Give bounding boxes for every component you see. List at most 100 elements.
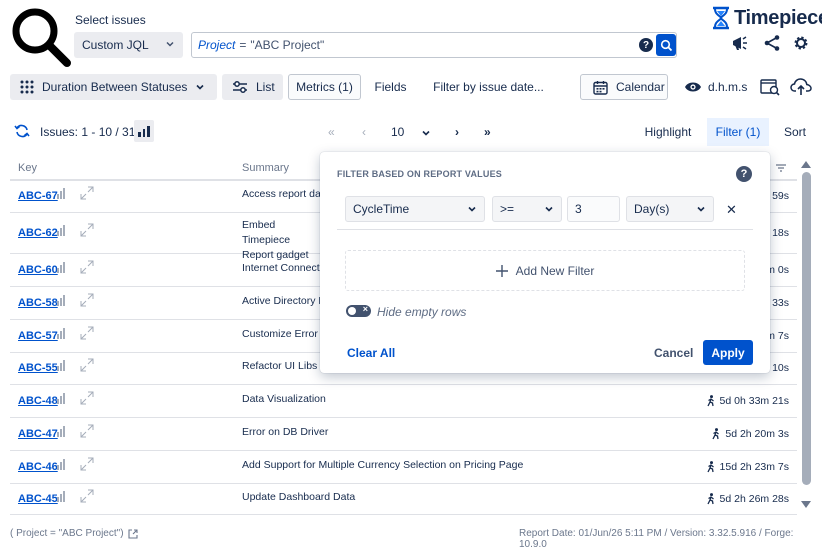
filter-popup: FILTER BASED ON REPORT VALUES ? CycleTim…: [320, 152, 770, 373]
issues-count: Issues: 1 - 10 / 31: [40, 125, 136, 139]
first-page-button[interactable]: «: [328, 125, 335, 139]
previous-page-button[interactable]: ‹: [362, 125, 366, 139]
announcement-icon[interactable]: [731, 34, 749, 55]
issue-key-link[interactable]: ABC-47: [18, 428, 58, 440]
scroll-up-arrow[interactable]: [800, 158, 812, 172]
filter-value-input[interactable]: 3: [567, 196, 620, 222]
toggle-knob: [348, 307, 356, 315]
tab-sort[interactable]: Sort: [778, 118, 812, 146]
report-type-dropdown[interactable]: Duration Between Statuses: [10, 74, 217, 100]
issue-key-link[interactable]: ABC-58: [18, 297, 58, 309]
chart-icon[interactable]: [57, 425, 65, 437]
chart-icon[interactable]: [57, 188, 65, 199]
filter-field-select[interactable]: CycleTime: [345, 196, 485, 222]
brand-logo: Timepiece: [711, 6, 822, 30]
next-page-button[interactable]: ›: [455, 125, 459, 139]
filter-field-value: CycleTime: [353, 202, 410, 216]
jql-search-button[interactable]: [656, 34, 676, 56]
table-row[interactable]: ABC-46 Add Support for Multiple Currency …: [10, 451, 797, 484]
chart-toggle-button[interactable]: [134, 120, 154, 142]
filter-value-text: 3: [575, 202, 582, 216]
column-filter-icon[interactable]: [776, 162, 786, 176]
chart-icon[interactable]: [57, 261, 65, 273]
jql-query-input[interactable]: Project = "ABC Project": [191, 32, 677, 58]
issue-key-link[interactable]: ABC-62: [18, 227, 58, 239]
expand-icon[interactable]: [80, 358, 94, 375]
calendar-button[interactable]: Calendar: [580, 74, 668, 100]
expand-icon[interactable]: [80, 424, 94, 441]
filter-unit-select[interactable]: Day(s): [626, 196, 714, 222]
report-export-icon[interactable]: [760, 78, 780, 99]
issue-key-link[interactable]: ABC-46: [18, 461, 58, 473]
page-size-select[interactable]: 10: [391, 125, 404, 139]
time-format-button[interactable]: d.h.m.s: [682, 74, 748, 100]
chart-icon[interactable]: [57, 392, 65, 404]
chart-icon[interactable]: [57, 490, 65, 502]
metrics-label: Metrics (1): [296, 80, 353, 94]
cancel-button[interactable]: Cancel: [654, 346, 693, 360]
jql-field: Project: [198, 38, 236, 52]
list-view-button[interactable]: List: [222, 74, 283, 100]
help-icon[interactable]: ?: [736, 166, 752, 182]
jql-mode-select[interactable]: Custom JQL: [74, 32, 183, 58]
filter-operator-select[interactable]: >=: [492, 196, 562, 222]
clear-all-button[interactable]: Clear All: [347, 346, 395, 360]
last-page-button[interactable]: »: [484, 125, 491, 139]
issue-key-link[interactable]: ABC-48: [18, 395, 58, 407]
chart-icon[interactable]: [57, 224, 65, 236]
scroll-down-arrow[interactable]: [800, 499, 812, 513]
metrics-button[interactable]: Metrics (1): [288, 74, 361, 100]
add-new-filter-label: Add New Filter: [515, 263, 595, 278]
chart-icon[interactable]: [57, 294, 65, 306]
expand-icon[interactable]: [80, 293, 94, 310]
tab-filter[interactable]: Filter (1): [707, 118, 769, 146]
chart-icon[interactable]: [57, 360, 65, 371]
chevron-down-icon: [545, 206, 553, 212]
tab-highlight[interactable]: Highlight: [634, 118, 702, 146]
chevron-down-icon: [697, 206, 705, 212]
table-row[interactable]: ABC-47 Error on DB Driver 5d 2h 20m 3s: [10, 418, 797, 451]
apply-button[interactable]: Apply: [703, 340, 753, 365]
table-row[interactable]: ABC-48 Data Visualization 5d 0h 33m 21s: [10, 385, 797, 418]
expand-icon[interactable]: [80, 489, 94, 506]
scrollbar-thumb[interactable]: [802, 172, 811, 485]
expand-icon[interactable]: [80, 186, 94, 203]
jql-help-icon[interactable]: ?: [639, 38, 653, 52]
expand-icon[interactable]: [80, 326, 94, 343]
issue-key-link[interactable]: ABC-67: [18, 190, 58, 202]
hide-empty-rows-toggle[interactable]: ×: [346, 304, 371, 317]
duration-value: 5d 2h 26m 28s: [719, 492, 789, 505]
external-link-icon[interactable]: [127, 528, 138, 539]
calendar-icon: [593, 80, 608, 95]
cloud-upload-icon[interactable]: [790, 78, 812, 99]
remove-filter-close-icon[interactable]: ✕: [726, 202, 737, 218]
issue-key-link[interactable]: ABC-60: [18, 264, 58, 276]
table-row[interactable]: ABC-45 Update Dashboard Data 5d 2h 26m 28s: [10, 484, 797, 515]
filter-by-issue-date-button[interactable]: Filter by issue date...: [425, 74, 552, 100]
person-walking-icon: [706, 394, 714, 406]
refresh-icon[interactable]: [14, 123, 30, 142]
issue-summary: Update Dashboard Data: [242, 490, 356, 503]
filter-row-divider: [337, 229, 753, 230]
footer-report-info: Report Date: 01/Jun/26 5:11 PM / Version…: [519, 528, 794, 550]
add-new-filter-button[interactable]: Add New Filter: [345, 250, 745, 291]
issue-key-link[interactable]: ABC-57: [18, 330, 58, 342]
sliders-icon: [233, 81, 247, 93]
expand-icon[interactable]: [80, 223, 94, 240]
duration-value: 59s: [772, 190, 789, 202]
report-type-label: Duration Between Statuses: [42, 80, 188, 94]
column-header-summary[interactable]: Summary: [242, 162, 289, 174]
expand-icon[interactable]: [80, 260, 94, 277]
share-icon[interactable]: [763, 34, 781, 55]
gear-icon[interactable]: [792, 34, 810, 55]
issue-summary: Error on DB Driver: [242, 425, 329, 438]
chart-icon[interactable]: [57, 458, 65, 470]
issue-key-link[interactable]: ABC-55: [18, 362, 58, 374]
fields-button[interactable]: Fields: [368, 74, 413, 100]
issue-key-link[interactable]: ABC-45: [18, 493, 58, 505]
column-header-key[interactable]: Key: [18, 162, 37, 174]
expand-icon[interactable]: [80, 457, 94, 474]
expand-icon[interactable]: [80, 391, 94, 408]
chart-icon[interactable]: [57, 327, 65, 339]
chevron-down-icon[interactable]: [421, 127, 431, 141]
